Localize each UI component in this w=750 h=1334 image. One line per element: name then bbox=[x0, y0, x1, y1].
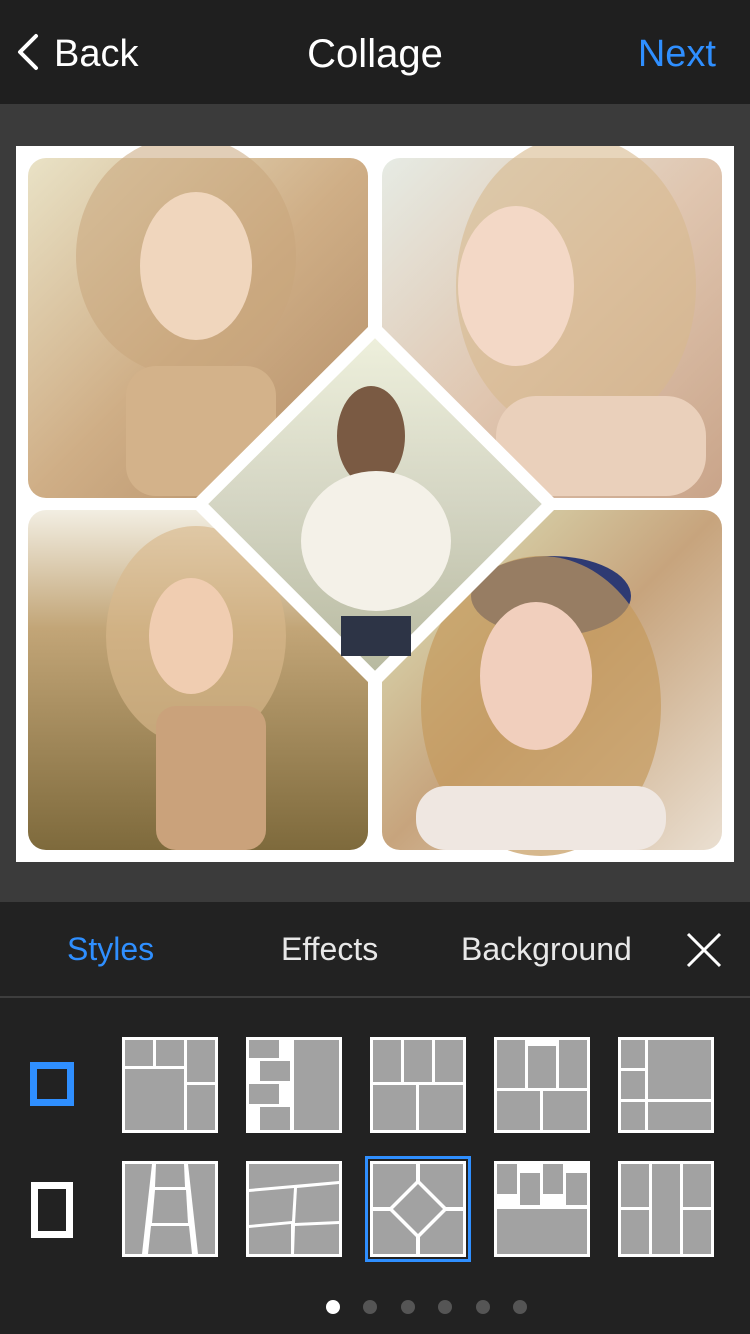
page-dot-6[interactable] bbox=[513, 1300, 527, 1314]
editing-panel: Styles Effects Background bbox=[0, 902, 750, 1334]
layout-option-9[interactable] bbox=[494, 1161, 590, 1257]
collage-canvas bbox=[16, 146, 734, 862]
layout-option-5[interactable] bbox=[618, 1037, 714, 1133]
close-icon[interactable] bbox=[684, 930, 724, 970]
page-dot-3[interactable] bbox=[401, 1300, 415, 1314]
tab-background[interactable]: Background bbox=[461, 926, 632, 972]
layout-option-3[interactable] bbox=[370, 1037, 466, 1133]
layout-option-10[interactable] bbox=[618, 1161, 714, 1257]
next-button[interactable]: Next bbox=[638, 30, 716, 78]
layout-option-6[interactable] bbox=[122, 1161, 218, 1257]
page-indicator bbox=[0, 1300, 750, 1316]
portrait-ratio-button[interactable] bbox=[31, 1182, 73, 1238]
layout-option-7[interactable] bbox=[246, 1161, 342, 1257]
navigation-bar: Back Collage Next bbox=[0, 0, 750, 104]
layout-option-2[interactable] bbox=[246, 1037, 342, 1133]
layout-option-1[interactable] bbox=[122, 1037, 218, 1133]
square-ratio-button[interactable] bbox=[30, 1062, 74, 1106]
tab-styles[interactable]: Styles bbox=[67, 926, 154, 972]
page-dot-1[interactable] bbox=[326, 1300, 340, 1314]
layout-option-8-diamond[interactable] bbox=[365, 1156, 471, 1262]
layout-option-4[interactable] bbox=[494, 1037, 590, 1133]
page-dot-2[interactable] bbox=[363, 1300, 377, 1314]
tab-effects[interactable]: Effects bbox=[281, 926, 378, 972]
page-dot-4[interactable] bbox=[438, 1300, 452, 1314]
tab-bar: Styles Effects Background bbox=[0, 902, 750, 998]
page-dot-5[interactable] bbox=[476, 1300, 490, 1314]
